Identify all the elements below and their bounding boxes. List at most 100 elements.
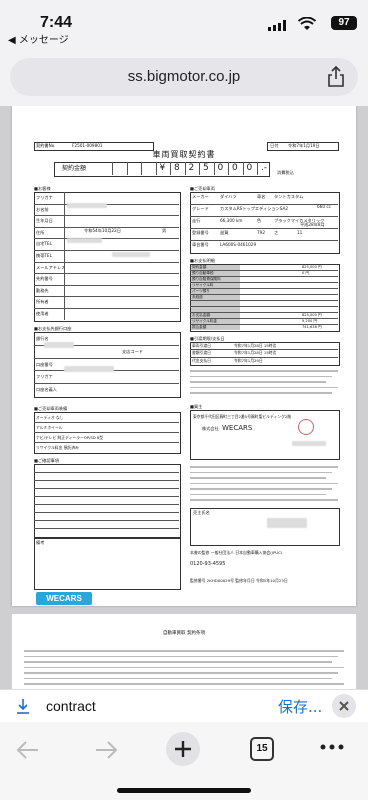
- payment-row-label: 契約金額: [192, 264, 207, 269]
- back-arrow-icon[interactable]: [16, 740, 40, 760]
- payment-row-label: 預り自動車税: [192, 270, 214, 275]
- forward-arrow-icon[interactable]: [94, 740, 118, 760]
- note-line: [190, 477, 326, 479]
- buyer-contact-redacted: [292, 441, 326, 446]
- page2-line: [24, 677, 332, 680]
- seller-name-label: 売主氏名: [193, 510, 210, 515]
- new-tab-button[interactable]: [166, 732, 200, 766]
- customer-row-label: 住所: [36, 229, 45, 235]
- contract-no: F2501-009801: [72, 143, 103, 148]
- amount-digit: 5: [203, 163, 209, 173]
- url-text[interactable]: ss.bigmotor.co.jp: [10, 68, 358, 85]
- page2-line: [24, 655, 338, 658]
- browser-toolbar: 15: [0, 722, 368, 800]
- amount-label: 契約金額: [62, 165, 87, 172]
- note-line: [190, 386, 338, 389]
- schedule-row-label: 車両引渡日: [192, 343, 211, 348]
- remarks-box: [34, 538, 181, 590]
- equipment-row-label: アルミホイール: [36, 424, 63, 430]
- car-row-line: [190, 228, 338, 229]
- buyer-address: 東京都千代田区麹町三丁目2番5号麹町聖ビルディング2階: [193, 414, 292, 419]
- plus-icon: [175, 741, 191, 757]
- account-redacted: [64, 366, 114, 372]
- conditions-table: [34, 464, 181, 538]
- seller-name-redacted: [267, 518, 307, 528]
- car-cell: 走行: [192, 218, 201, 223]
- close-icon: [339, 701, 349, 711]
- payment-row-value: 741,636 円: [302, 324, 322, 329]
- payment-row-label: リサイクル料: [192, 282, 214, 287]
- page2-line: [24, 650, 344, 652]
- bank-section-title: ■お支払先銀行口座: [34, 326, 72, 331]
- battery-indicator: 97: [331, 16, 357, 30]
- payment-row-label: パーツ預り: [192, 288, 210, 293]
- close-download-button[interactable]: [332, 694, 356, 718]
- customer-row-label: 生年月日: [36, 218, 53, 224]
- car-cell: ダイハツ: [220, 194, 237, 199]
- digit-divider: [126, 162, 128, 175]
- contract-date: 令和7年1月19日: [288, 143, 320, 148]
- tab-switcher-button[interactable]: 15: [250, 737, 274, 761]
- page2-line: [24, 672, 338, 674]
- payment-row-value: 825,000 円: [302, 312, 322, 317]
- bank-row-line: [34, 383, 179, 385]
- schedule-row-label: 書類引渡日: [192, 350, 211, 356]
- customer-row-label: 携帯TEL: [36, 253, 52, 258]
- back-to-messages-link[interactable]: ◀ メッセージ: [8, 31, 69, 46]
- footer-registration: 監修番号 2KHD00029号 監修年月日 令和5年10月23日: [190, 578, 288, 583]
- digit-divider: [257, 162, 258, 175]
- download-bar: contract 保存...: [0, 689, 368, 722]
- customer-table: [34, 192, 181, 322]
- equipment-row-label: オーディオ なし: [36, 414, 64, 420]
- buyer-company-label: 株式会社: [202, 426, 219, 431]
- contract-no-label: 契約書No.: [36, 143, 56, 148]
- car-cell: 792: [257, 230, 265, 235]
- payment-row-label: 預り自賠責保険料: [192, 276, 221, 281]
- home-indicator: [117, 788, 251, 793]
- conditions-section-title: ■ご確認事項: [34, 458, 59, 463]
- more-icon[interactable]: [320, 744, 344, 750]
- payment-row-label: リサイクル料金: [192, 318, 217, 323]
- save-button[interactable]: 保存...: [278, 696, 322, 717]
- condition-row-line: [34, 520, 179, 521]
- bank-row-label: 支店コード: [122, 348, 143, 354]
- address-redacted: [67, 238, 102, 243]
- footer-phone: 0120-93-4595: [190, 561, 226, 567]
- address-bar[interactable]: ss.bigmotor.co.jp: [10, 58, 358, 96]
- seller-signature-box: [190, 508, 340, 546]
- equipment-row-line: [34, 432, 179, 433]
- digit-divider: [199, 162, 200, 175]
- payment-row-label: お支払金額: [192, 312, 210, 317]
- car-cell: タントカスタム: [274, 194, 304, 199]
- condition-row-line: [34, 480, 179, 481]
- pdf-viewer[interactable]: 契約書No. F2501-009801 日付 令和7年1月19日 車両買取契約書…: [0, 106, 368, 689]
- note-line: [190, 381, 326, 383]
- amount-digit: 0: [217, 163, 224, 173]
- digit-divider: [213, 162, 215, 175]
- schedule-section-title: ■引渡期限/支払日: [190, 336, 225, 341]
- digit-divider: [112, 162, 113, 175]
- digit-divider: [155, 162, 157, 175]
- bank-row-label: 口座名義人: [36, 387, 57, 393]
- customer-row-label: メールアドレス: [36, 264, 66, 270]
- buyer-company: WECARS: [222, 424, 253, 432]
- birth-date: 令和54年10月22日: [84, 228, 121, 233]
- customer-row-line: [34, 215, 179, 217]
- wifi-icon: [298, 17, 316, 30]
- schedule-row-value: 令和7年1月28日 15時迄: [234, 350, 277, 356]
- payment-row-value: 825,000 円: [302, 264, 322, 269]
- bank-row-label: 銀行名: [36, 336, 49, 341]
- clock: 7:44: [40, 14, 73, 31]
- condition-row-line: [34, 528, 179, 529]
- digit-divider: [242, 162, 244, 175]
- digit-divider: [141, 162, 142, 175]
- page2-line: [24, 661, 332, 663]
- schedule-row-label: 代金支払日: [192, 357, 211, 363]
- page2-title: 自動車買取 契約条項: [163, 631, 205, 636]
- car-row-line: [190, 240, 338, 241]
- status-bar: 7:44 ◀ メッセージ 97: [0, 0, 368, 46]
- car-row-line: [190, 216, 338, 217]
- download-icon: [17, 699, 29, 714]
- share-icon[interactable]: [326, 66, 346, 88]
- bank-row-line: [34, 357, 179, 359]
